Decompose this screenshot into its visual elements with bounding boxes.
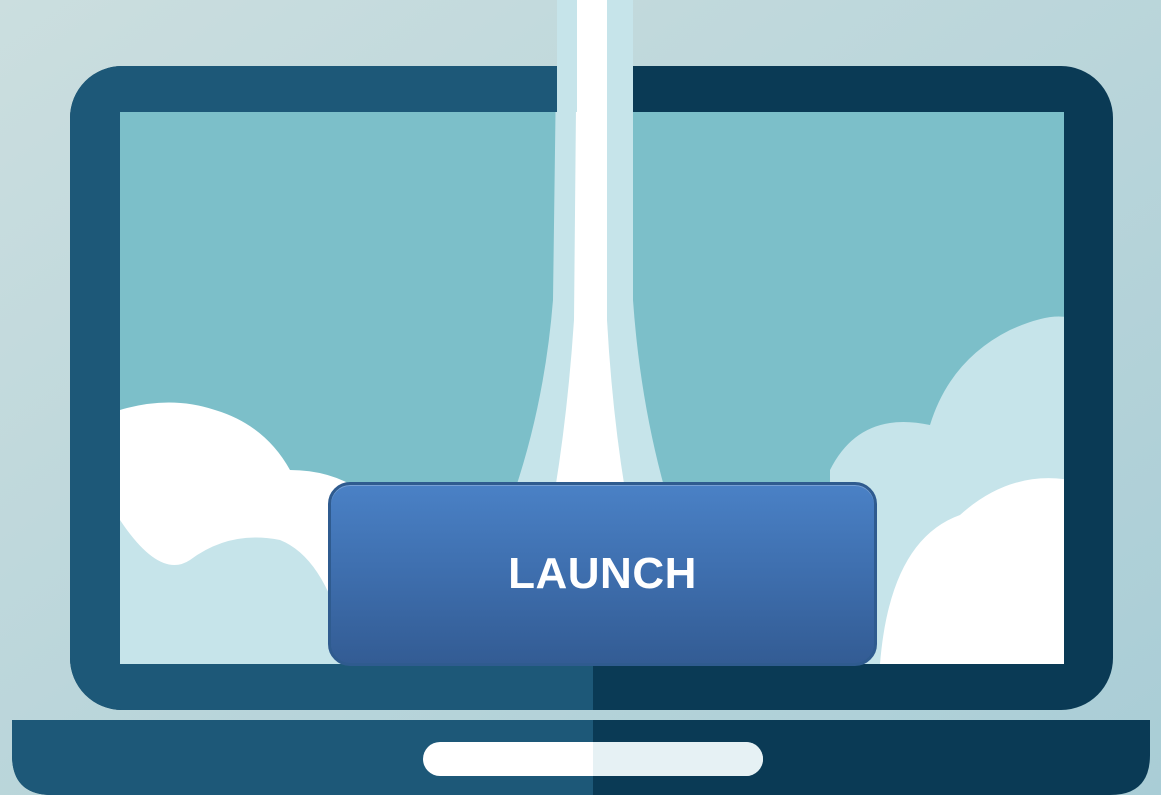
rocket-trail-top-inner [577,0,607,112]
laptop-trackpad-notch-shade [593,742,763,776]
launch-button[interactable]: LAUNCH [328,482,877,666]
laptop-illustration [0,0,1161,795]
launch-scene: LAUNCH [0,0,1161,795]
